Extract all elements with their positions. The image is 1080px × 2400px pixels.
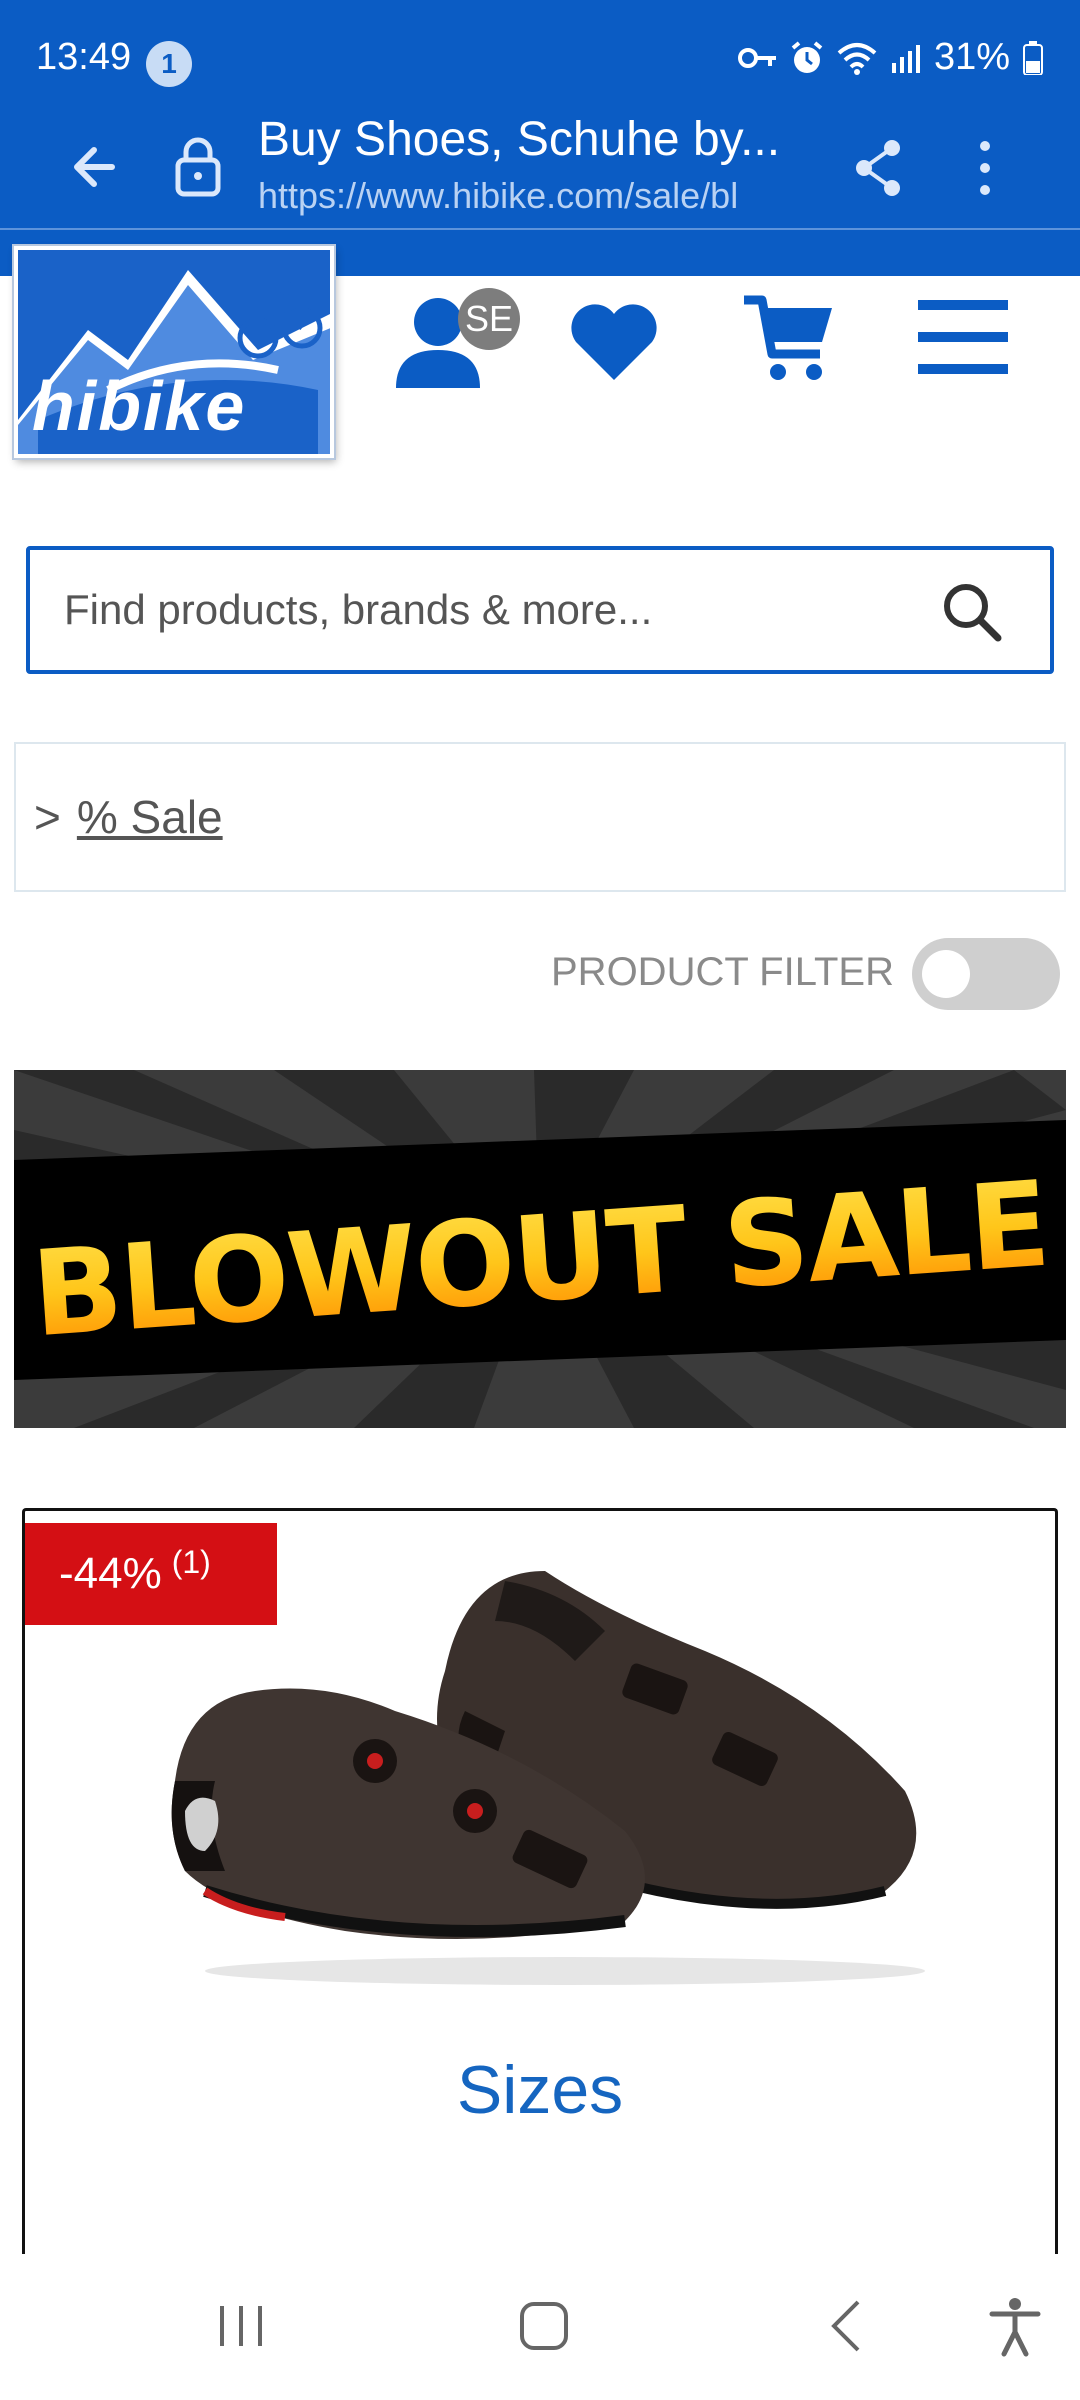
search-input[interactable] xyxy=(64,550,924,670)
battery-icon xyxy=(1023,40,1043,75)
home-icon[interactable] xyxy=(508,2294,578,2358)
cart-icon[interactable] xyxy=(740,292,836,384)
hibike-logo[interactable]: hibike xyxy=(14,246,334,458)
product-filter-label: PRODUCT FILTER xyxy=(551,950,894,994)
menu-icon[interactable] xyxy=(918,296,1008,378)
sizes-link[interactable]: Sizes xyxy=(25,2051,1055,2129)
browser-url-bar: Buy Shoes, Schuhe by... https://www.hibi… xyxy=(0,110,1080,230)
back-icon[interactable] xyxy=(812,2294,882,2358)
share-icon[interactable] xyxy=(848,132,908,202)
heart-icon[interactable] xyxy=(568,302,660,382)
breadcrumb-separator: > xyxy=(34,791,61,843)
status-icons: 31% xyxy=(737,36,1044,79)
more-vert-icon[interactable] xyxy=(960,132,1010,202)
page-title[interactable]: Buy Shoes, Schuhe by... xyxy=(258,112,780,167)
logo-text: hibike xyxy=(32,367,247,445)
recents-icon[interactable] xyxy=(206,2294,276,2358)
blowout-sale-banner[interactable]: BLOWOUT SALE xyxy=(14,1070,1066,1428)
back-arrow-icon[interactable] xyxy=(62,132,132,202)
lock-icon[interactable] xyxy=(168,132,228,202)
breadcrumb-link-sale[interactable]: % Sale xyxy=(77,790,223,844)
accessibility-icon[interactable] xyxy=(980,2294,1050,2358)
account-badge[interactable]: SE xyxy=(458,288,520,350)
breadcrumb: > % Sale xyxy=(14,742,1066,892)
status-time: 13:49 xyxy=(36,36,132,78)
android-nav-bar xyxy=(0,2254,1080,2400)
vpn-key-icon xyxy=(737,47,776,68)
search-box xyxy=(26,546,1054,674)
wifi-icon xyxy=(837,42,877,75)
product-image[interactable] xyxy=(145,1551,945,1991)
product-card[interactable]: -44% (1) Sizes xyxy=(22,1508,1058,2268)
url-address[interactable]: https://www.hibike.com/sale/bl xyxy=(258,175,738,217)
battery-percent: 31% xyxy=(933,36,1010,78)
signal-icon xyxy=(891,44,920,73)
toggle-knob xyxy=(922,950,970,998)
status-bar: 13:49 1 31% xyxy=(0,0,1080,110)
search-icon[interactable] xyxy=(940,580,1004,644)
alarm-icon xyxy=(791,40,823,73)
product-filter-toggle[interactable] xyxy=(912,938,1060,1010)
notification-count-badge: 1 xyxy=(146,41,192,87)
